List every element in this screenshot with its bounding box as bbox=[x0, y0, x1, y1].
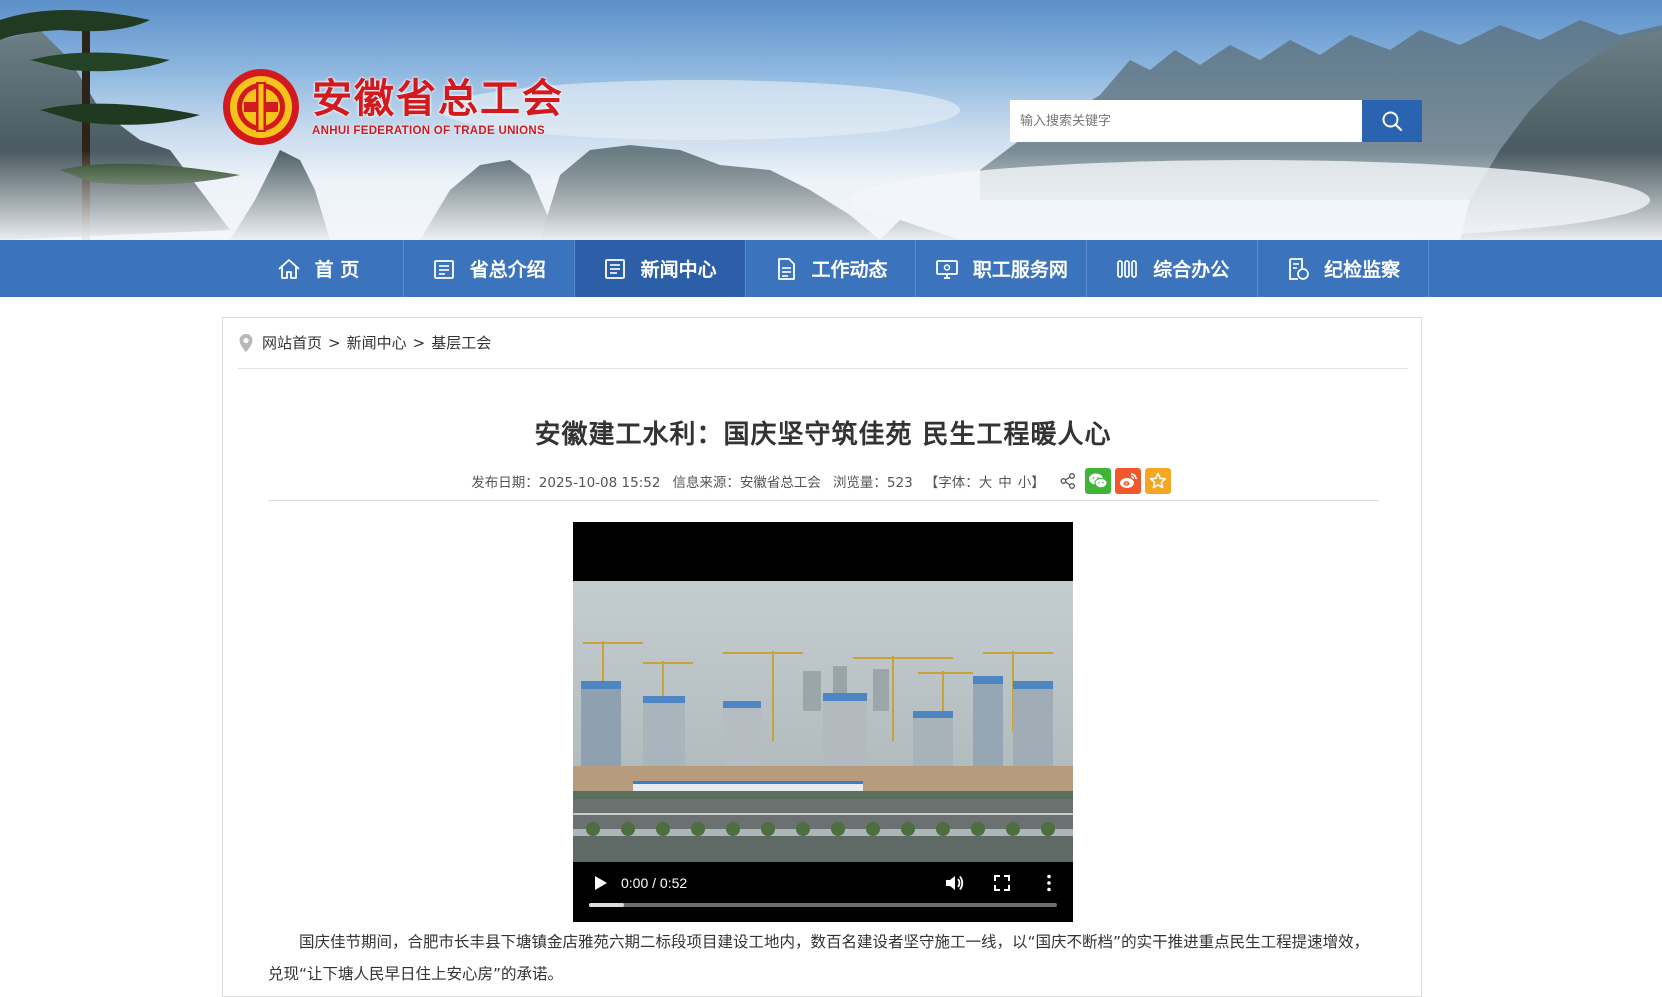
font-size-close: 】 bbox=[1031, 475, 1045, 491]
font-large-button[interactable]: 大 bbox=[979, 475, 993, 491]
play-icon[interactable] bbox=[589, 872, 611, 894]
home-icon bbox=[278, 258, 300, 279]
weibo-icon bbox=[1119, 473, 1137, 488]
favorite-button[interactable] bbox=[1144, 468, 1171, 494]
nav-item-work[interactable]: 工作动态 bbox=[746, 240, 917, 297]
divider bbox=[238, 368, 1408, 369]
search-input[interactable] bbox=[1010, 100, 1362, 142]
wechat-icon bbox=[1088, 473, 1108, 489]
video-progress-fill bbox=[589, 903, 625, 907]
nav-item-office[interactable]: 综合办公 bbox=[1087, 240, 1259, 297]
publish-date: 发布日期：2025-10-08 15:52 bbox=[471, 475, 661, 491]
nav-item-label: 纪检监察 bbox=[1324, 259, 1401, 281]
article-source: 信息来源：安徽省总工会 bbox=[672, 475, 821, 491]
breadcrumb-news-link[interactable]: 新闻中心 bbox=[347, 332, 407, 353]
breadcrumb-separator: > bbox=[412, 333, 426, 352]
document-icon bbox=[777, 257, 795, 280]
font-size-label: 【字体： bbox=[924, 475, 979, 491]
breadcrumb-separator: > bbox=[328, 333, 341, 352]
article-paragraph: 国庆佳节期间，合肥市长丰县下塘镇金店雅苑六期二标段项目建设工地内，数百名建设者坚… bbox=[268, 933, 1370, 983]
inspection-icon bbox=[1289, 257, 1309, 280]
nav-item-news[interactable]: 新闻中心 bbox=[574, 240, 746, 297]
nav-item-home[interactable]: 首 页 bbox=[233, 240, 404, 297]
nav-item-label: 新闻中心 bbox=[640, 259, 717, 281]
nav-item-intro[interactable]: 省总介绍 bbox=[404, 240, 575, 297]
header-banner: 安徽省总工会 ANHUI FEDERATION OF TRADE UNIONS bbox=[0, 0, 1662, 240]
construction-site-video-frame bbox=[573, 581, 1073, 862]
search-button[interactable] bbox=[1362, 100, 1422, 142]
nav-item-label: 首 页 bbox=[314, 259, 360, 281]
video-player[interactable]: 0:00 / 0:52 bbox=[573, 522, 1073, 922]
org-name-en: ANHUI FEDERATION OF TRADE UNIONS bbox=[312, 125, 545, 137]
font-medium-button[interactable]: 中 bbox=[998, 475, 1012, 491]
news-icon bbox=[604, 258, 625, 279]
nav-item-inspection[interactable]: 纪检监察 bbox=[1258, 240, 1430, 297]
nav-item-label: 综合办公 bbox=[1153, 259, 1230, 281]
wechat-share-button[interactable] bbox=[1084, 468, 1111, 494]
view-count: 浏览量：523 bbox=[832, 475, 913, 491]
nav-item-service[interactable]: 职工服务网 bbox=[916, 240, 1088, 297]
video-controls: 0:00 / 0:52 bbox=[573, 862, 1073, 922]
volume-icon[interactable] bbox=[943, 872, 965, 894]
article-title: 安徽建工水利：国庆坚守筑佳苑 民生工程暖人心 bbox=[534, 420, 1112, 450]
favorite-icon bbox=[1149, 472, 1166, 489]
org-name-cn: 安徽省总工会 bbox=[312, 76, 564, 122]
intro-icon bbox=[433, 259, 454, 279]
nav-item-label: 省总介绍 bbox=[469, 259, 546, 281]
fullscreen-icon[interactable] bbox=[991, 872, 1013, 894]
site-logo[interactable]: 安徽省总工会 ANHUI FEDERATION OF TRADE UNIONS bbox=[222, 68, 564, 146]
search-icon bbox=[1382, 111, 1403, 132]
monitor-icon bbox=[935, 259, 958, 279]
video-progress-bar[interactable] bbox=[589, 903, 1057, 907]
video-time: 0:00 / 0:52 bbox=[621, 875, 688, 891]
font-small-button[interactable]: 小 bbox=[1018, 475, 1032, 491]
nav-item-label: 工作动态 bbox=[811, 259, 888, 281]
breadcrumb-current-link[interactable]: 基层工会 bbox=[431, 332, 491, 353]
share-icon[interactable] bbox=[1059, 472, 1077, 490]
article-panel: 网站首页 > 新闻中心 > 基层工会 安徽建工水利：国庆坚守筑佳苑 民生工程暖人… bbox=[222, 317, 1422, 997]
location-pin-icon bbox=[239, 333, 253, 352]
trade-union-emblem-icon bbox=[223, 69, 299, 145]
weibo-share-button[interactable] bbox=[1114, 468, 1141, 494]
article-meta: 发布日期：2025-10-08 15:52 信息来源：安徽省总工会 浏览量：52… bbox=[223, 468, 1423, 494]
breadcrumb: 网站首页 > 新闻中心 > 基层工会 bbox=[238, 332, 491, 353]
main-nav: 首 页 省总介绍 新闻中心 工作动态 职工服务网 综合办公 纪检监察 bbox=[0, 240, 1662, 297]
office-icon bbox=[1117, 259, 1138, 278]
breadcrumb-home-link[interactable]: 网站首页 bbox=[262, 332, 322, 353]
search-bar bbox=[1010, 100, 1422, 142]
font-size-control: 【字体：大中小】 bbox=[925, 471, 1045, 491]
nav-item-label: 职工服务网 bbox=[972, 259, 1068, 281]
divider bbox=[268, 500, 1378, 501]
more-options-icon[interactable] bbox=[1038, 872, 1060, 894]
